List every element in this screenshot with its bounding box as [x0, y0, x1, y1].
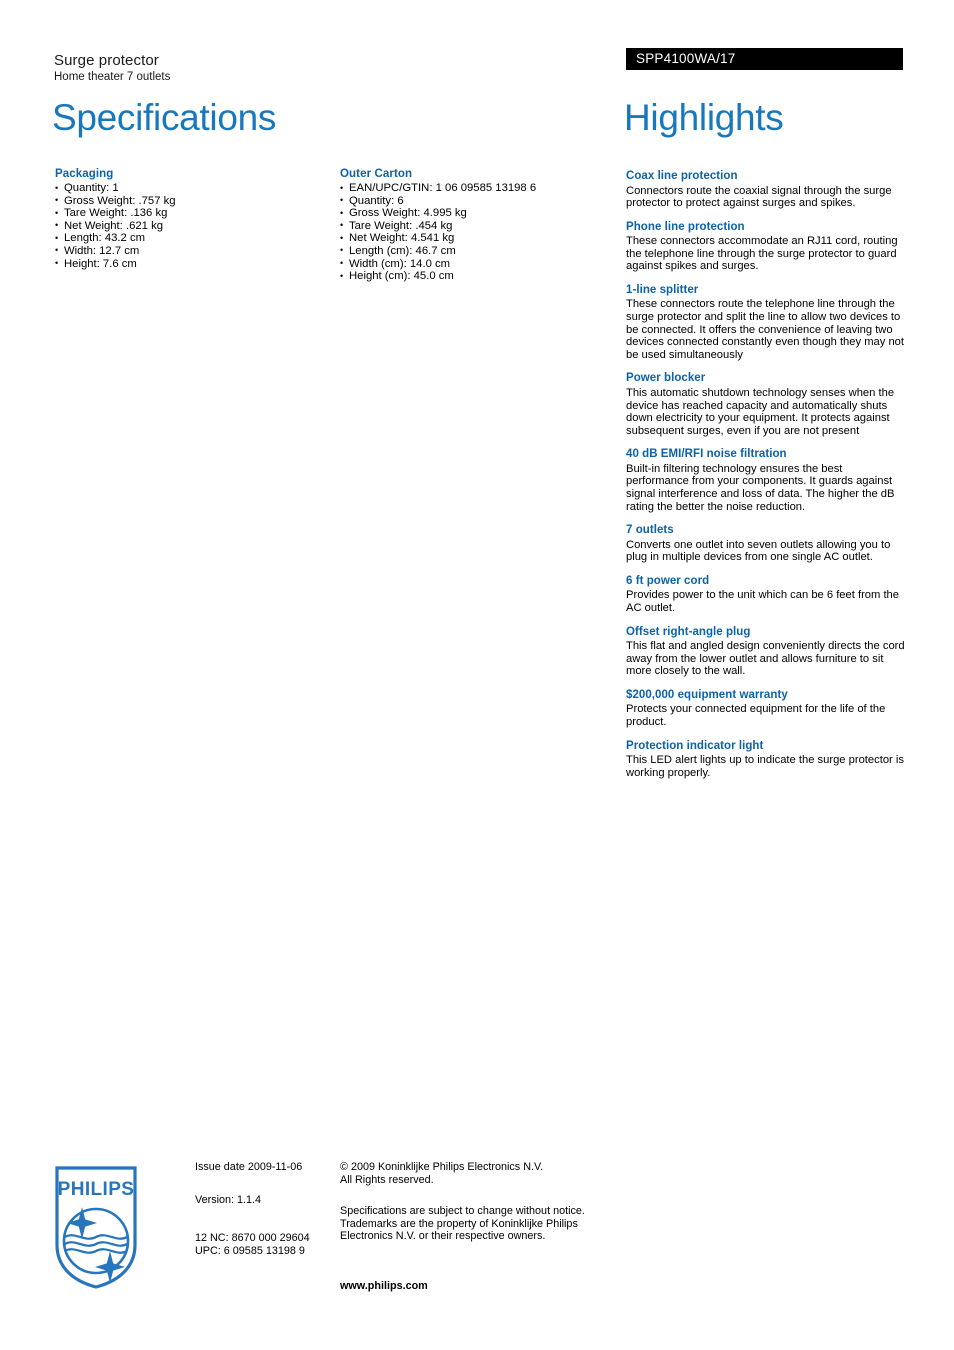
highlight-title: 6 ft power cord [626, 574, 710, 587]
highlight-title: Power blocker [626, 372, 706, 385]
footer-left-column: Issue date 2009-11-06 Version: 1.1.4 12 … [195, 1161, 335, 1257]
disclaimer-line-2: Trademarks are the property of Koninklij… [340, 1217, 578, 1230]
spec-item: Net Weight: 4.541 kg [340, 232, 610, 245]
highlight-description: This flat and angled design conveniently… [626, 640, 905, 678]
upc-code: UPC: 6 09585 13198 9 [195, 1244, 305, 1257]
spec-item: Tare Weight: .454 kg [340, 219, 610, 233]
highlight-item: 7 outlets Converts one outlet into seven… [626, 524, 906, 564]
spec-group-outer-carton: Outer Carton EAN/UPC/GTIN: 1 06 09585 13… [340, 168, 610, 283]
copyright-line-1: © 2009 Koninklijke Philips Electronics N… [340, 1161, 544, 1173]
product-leaflet-page: Surge protector Home theater 7 outlets S… [0, 0, 954, 1350]
highlight-description: This LED alert lights up to indicate the… [626, 754, 904, 779]
copyright-line-2: All Rights reserved. [340, 1173, 434, 1186]
highlight-item: 40 dB EMI/RFI noise filtration Built-in … [626, 448, 906, 513]
disclaimer-line-1: Specifications are subject to change wit… [340, 1205, 585, 1218]
highlight-item: Offset right-angle plug This flat and an… [626, 626, 906, 678]
issue-date: Issue date 2009-11-06 [195, 1161, 303, 1173]
version: Version: 1.1.4 [195, 1193, 262, 1206]
highlight-item: Protection indicator light This LED aler… [626, 740, 906, 780]
spec-list-packaging: Quantity: 1 Gross Weight: .757 kg Tare W… [55, 182, 325, 270]
spec-list-outer-carton: EAN/UPC/GTIN: 1 06 09585 13198 6 Quantit… [340, 182, 610, 283]
page-footer: PHILIPS Issue date 2009-11-06 Version: 1… [0, 1155, 954, 1295]
highlight-description: Converts one outlet into seven outlets a… [626, 538, 891, 564]
spec-item: Width (cm): 14.0 cm [340, 257, 610, 271]
highlight-description: This automatic shutdown technology sense… [626, 386, 895, 437]
highlight-title: Coax line protection [626, 170, 738, 182]
highlight-description: Provides power to the unit which can be … [626, 589, 900, 614]
footer-right-column: © 2009 Koninklijke Philips Electronics N… [340, 1161, 610, 1293]
model-number-banner: SPP4100WA/17 [626, 48, 903, 70]
product-title: Surge protector [54, 52, 159, 69]
spec-item: Gross Weight: 4.995 kg [340, 207, 610, 220]
spec-group-title: Packaging [55, 168, 114, 180]
philips-shield-icon: PHILIPS [55, 1166, 137, 1289]
philips-shield-logo: PHILIPS [53, 1163, 139, 1291]
spec-item: Height: 7.6 cm [55, 257, 325, 271]
highlight-item: 1-line splitter These connectors route t… [626, 284, 906, 361]
website-link[interactable]: www.philips.com [340, 1280, 610, 1293]
highlight-title: 1-line splitter [626, 283, 699, 296]
highlights-heading: Highlights [624, 97, 784, 138]
highlight-title: Protection indicator light [626, 739, 764, 752]
highlight-description: Connectors route the coaxial signal thro… [626, 184, 892, 210]
highlight-description: These connectors route the telephone lin… [626, 298, 904, 361]
spec-item: Gross Weight: .757 kg [55, 194, 325, 208]
spec-item: Height (cm): 45.0 cm [340, 270, 610, 283]
spec-item: Net Weight: .621 kg [55, 219, 325, 233]
highlight-item: $200,000 equipment warranty Protects you… [626, 689, 906, 729]
product-subtitle: Home theater 7 outlets [54, 71, 171, 83]
svg-text:PHILIPS: PHILIPS [58, 1179, 135, 1200]
spec-group-title: Outer Carton [340, 168, 413, 180]
spec-item: Quantity: 1 [55, 182, 325, 195]
highlight-description: Built-in filtering technology ensures th… [626, 462, 895, 513]
spec-item: Length: 43.2 cm [55, 232, 325, 245]
highlight-description: Protects your connected equipment for th… [626, 703, 886, 728]
specifications-heading: Specifications [52, 97, 277, 138]
highlight-title: $200,000 equipment warranty [626, 688, 788, 701]
highlight-title: 40 dB EMI/RFI noise filtration [626, 448, 787, 461]
spec-group-packaging: Packaging Quantity: 1 Gross Weight: .757… [55, 168, 325, 270]
highlight-item: Power blocker This automatic shutdown te… [626, 372, 906, 437]
twelve-nc-code: 12 NC: 8670 000 29604 [195, 1232, 310, 1245]
highlight-title: Phone line protection [626, 220, 745, 233]
spec-item: Quantity: 6 [340, 194, 610, 208]
highlight-item: Coax line protection Connectors route th… [626, 170, 906, 210]
spec-item: Length (cm): 46.7 cm [340, 244, 610, 258]
spec-item: Tare Weight: .136 kg [55, 207, 325, 220]
highlight-description: These connectors accommodate an RJ11 cor… [626, 235, 898, 273]
spec-item: EAN/UPC/GTIN: 1 06 09585 13198 6 [340, 182, 610, 195]
spec-item: Width: 12.7 cm [55, 244, 325, 258]
highlight-item: Phone line protection These connectors a… [626, 221, 906, 273]
highlight-title: Offset right-angle plug [626, 625, 751, 638]
highlights-list: Coax line protection Connectors route th… [626, 170, 906, 790]
disclaimer-line-3: Electronics N.V. or their respective own… [340, 1230, 546, 1243]
highlight-item: 6 ft power cord Provides power to the un… [626, 575, 906, 615]
highlight-title: 7 outlets [626, 524, 674, 537]
